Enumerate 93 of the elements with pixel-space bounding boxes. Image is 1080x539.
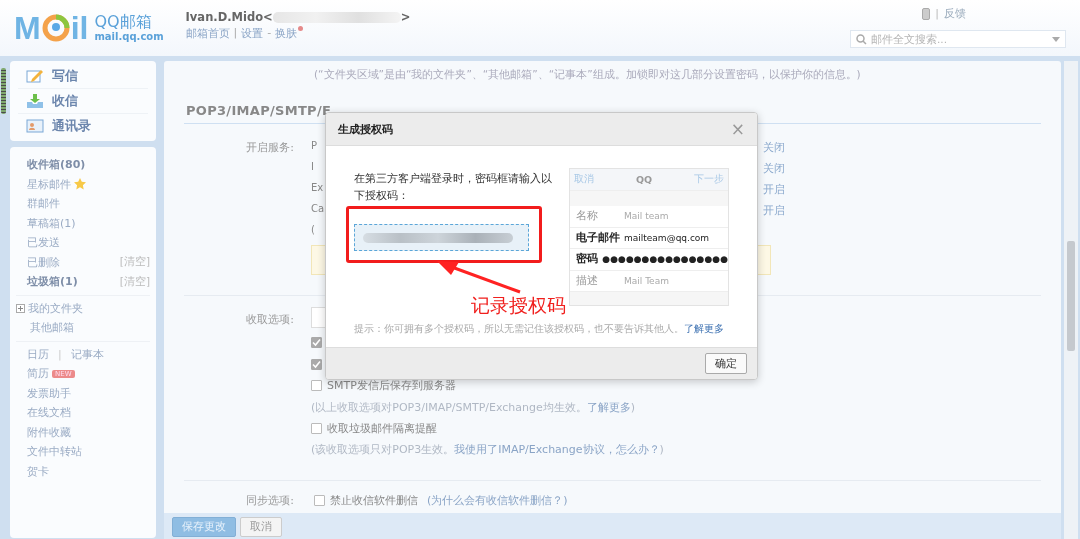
hint-text: (以上收取选项对POP3/IMAP/SMTP/Exchange均生效。了解更多) [311,399,637,416]
scroll-handle[interactable] [1,68,6,114]
nav-link[interactable]: 换肤 [275,26,298,41]
empty-link[interactable]: [清空] [119,274,150,289]
checkbox-label: 收取垃圾邮件隔离提醒 [327,420,437,436]
folder-link[interactable]: 收件箱(80) [27,157,86,173]
preview-value: ●●●●●●●●●●●●●●●● [602,254,728,265]
folder-link[interactable]: 垃圾箱(1) [27,274,78,290]
dialog-title: 生成授权码 [338,121,393,137]
checkbox[interactable] [311,337,322,349]
folder-link[interactable]: 已删除 [27,254,60,270]
user-name: Ivan.D.Mido< [185,10,273,24]
hint-text: (该收取选项只对POP3生效。我使用了IMAP/Exchange协议，怎么办？) [311,442,665,458]
service-name: Ex [311,182,324,193]
nav-link[interactable]: 设置 [241,26,264,41]
checkbox[interactable] [311,358,322,370]
checkbox[interactable] [311,422,322,434]
preview-value: mailteam@qq.com [624,232,710,243]
note-text: (“文件夹区域”是由“我的文件夹”、“其他邮箱”、“记事本”组成。加锁即对这几部分设置密码，以保护你的信息。) [314,68,862,82]
form-label: 开启服务: [245,140,294,155]
form-label: 收取选项: [245,312,294,327]
phone-icon[interactable] [922,7,931,20]
user-name-end: > [400,10,411,24]
tool-link[interactable]: 发票助手 [27,385,71,401]
logo-text: il [70,12,89,44]
preview-value: Mail team [624,211,669,222]
tool-link[interactable]: 在线文档 [27,405,71,421]
preview-label: 电子邮件 [576,230,621,245]
service-note: ( [311,224,315,235]
help-link[interactable]: 我使用了IMAP/Exchange协议，怎么办？ [454,443,660,456]
inbox-download-icon [26,93,44,109]
tool-link[interactable]: 文件中转站 [27,444,82,460]
cancel-button[interactable]: 取消 [240,516,282,537]
annotation-text: 记录授权码 [471,293,566,318]
tool-link[interactable]: 记事本 [70,346,104,362]
preview-label: 名称 [576,209,599,224]
service-name: Ca [311,203,325,214]
folder-link[interactable]: 其他邮箱 [30,320,74,336]
scrollbar[interactable] [1064,61,1078,539]
nav-link[interactable]: 邮箱首页 [185,26,230,41]
checkbox-label: 禁止收信软件删信 [330,493,418,509]
folder-link[interactable]: 草稿箱(1) [27,215,76,231]
feedback-link[interactable]: 反馈 [944,6,966,21]
instruction-text: 在第三方客户端登录时，密码框请输入以下授权码： [354,171,553,203]
section-title: POP3/IMAP/SMTP/E [186,103,333,118]
tool-link[interactable]: 贺卡 [27,463,49,479]
nav-separator: | [233,26,238,39]
preview-label: 描述 [576,273,599,288]
tool-link[interactable]: 简历 [27,366,49,382]
preview-cancel: 取消 [574,173,594,186]
service-status-link[interactable]: 关闭 [763,161,785,176]
contact-card-icon [26,118,44,134]
separator: | [58,347,62,361]
caret-icon[interactable] [1052,37,1060,42]
product-name: QQ邮箱 [94,13,153,31]
checkbox-label: SMTP发信后保存到服务器 [327,378,456,394]
ok-button[interactable]: 确定 [705,353,747,374]
preview-title: QQ [635,174,653,185]
folder-link[interactable]: 星标邮件 [27,176,71,192]
preview-label: 密码 [576,252,599,267]
separator: | [935,7,939,20]
service-name: P [311,140,318,151]
help-link[interactable]: (为什么会有收信软件删信？) [427,493,568,509]
folder-link[interactable]: 我的文件夹 [28,300,83,316]
sidebar-action[interactable]: 写信 [18,64,148,89]
nav-separator: - [267,26,272,39]
search-field[interactable]: 邮件全文搜索... [850,30,1066,48]
folder-link[interactable]: 已发送 [27,235,60,251]
tool-link[interactable]: 日历 [27,346,49,362]
learn-more-link[interactable]: 了解更多 [684,323,724,334]
save-button[interactable]: 保存更改 [172,516,236,537]
logo-icon [41,13,70,43]
domain-text: mail.qq.com [94,31,164,43]
service-status-link[interactable]: 开启 [763,203,785,218]
tool-link[interactable]: 附件收藏 [27,424,71,440]
form-label: 同步选项: [245,493,294,508]
folder-link[interactable]: 群邮件 [27,196,60,212]
learn-more-link[interactable]: 了解更多 [586,400,631,414]
service-status-link[interactable]: 开启 [763,182,785,197]
empty-link[interactable]: [清空] [119,255,150,270]
preview-value: Mail Team [624,275,669,286]
service-status-link[interactable]: 关闭 [763,140,785,155]
close-button[interactable]: × [728,120,747,138]
service-name: I [311,161,314,172]
sidebar-action[interactable]: 收信 [18,89,148,114]
pencil-icon [26,68,44,84]
tip-text: 提示：你可拥有多个授权码，所以无需记住该授权码，也不要告诉其他人。了解更多 [354,323,725,336]
expand-icon[interactable] [16,303,25,313]
checkbox[interactable] [314,495,325,507]
sidebar-action[interactable]: 通讯录 [18,114,148,138]
checkbox[interactable] [311,380,322,392]
search-icon [856,34,867,45]
logo-text: M [14,12,41,44]
